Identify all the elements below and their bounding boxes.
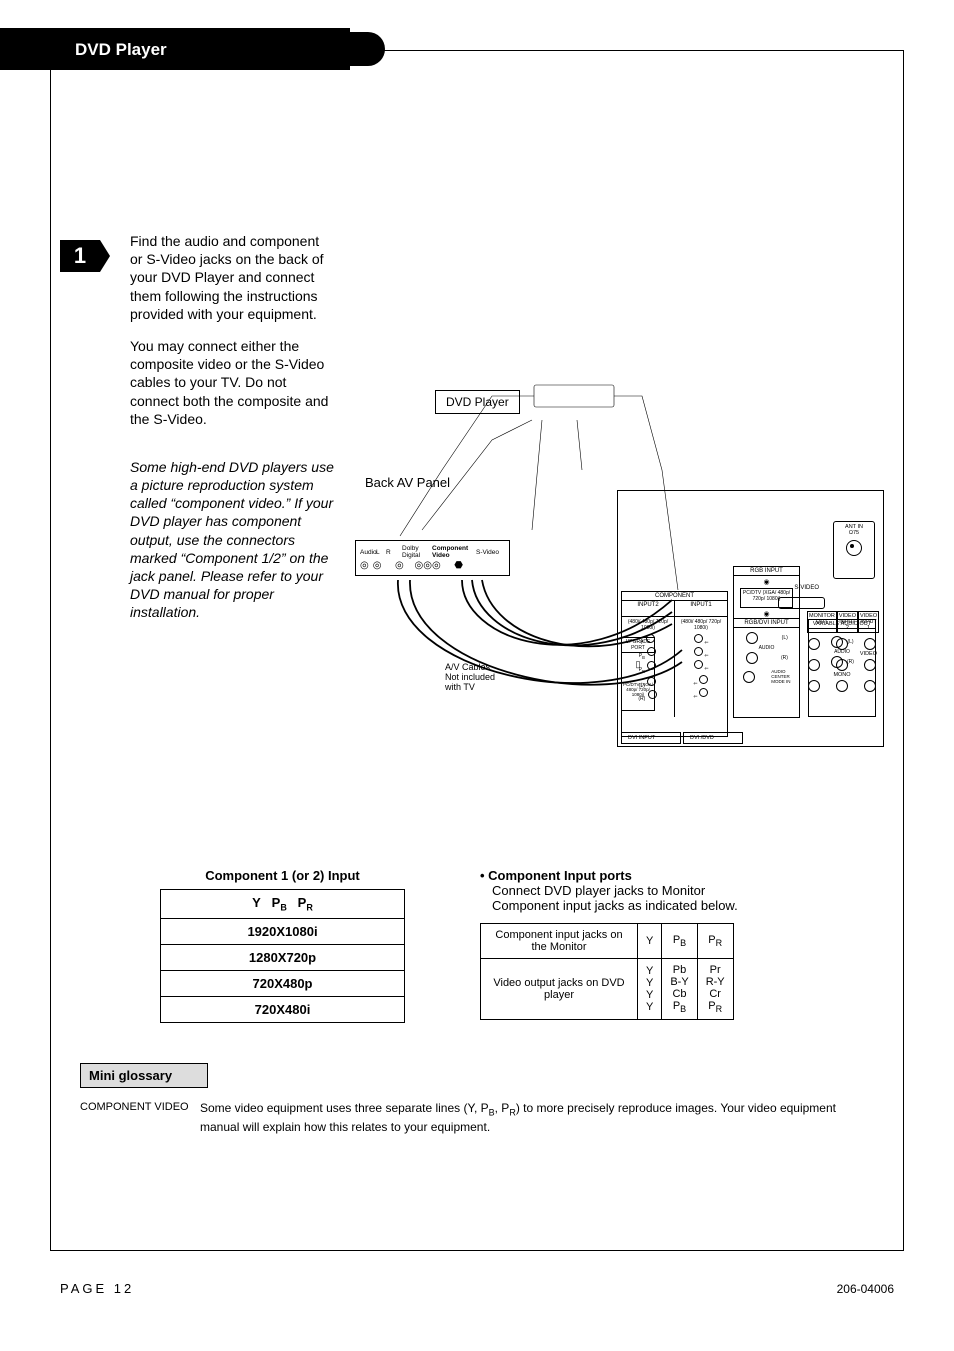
connection-diagram: DVD Player Back AV Panel Audio L R Dolby… [355,380,884,760]
ant-in-box: ANT IN Ω75 [833,521,875,579]
cable-note: A/V Cables Not included with TV [445,663,495,693]
mini-glossary: Mini glossary COMPONENT VIDEO Some video… [80,1063,874,1135]
dvd-rear-jacks: Audio L R Dolby Digital Component Video … [355,540,510,576]
instruction-p1: Find the audio and component or S-Video … [130,232,335,323]
coax-icon [846,540,862,556]
jack-mapping-table: Component input jacks on the Monitor Y P… [480,923,734,1020]
instructions: Find the audio and component or S-Video … [130,232,335,636]
instruction-p2: You may connect either the composite vid… [130,337,335,428]
glossary-definition: Some video equipment uses three separate… [200,1100,874,1135]
header-bar [0,32,385,66]
upgrade-port-box: UPGRADE PORT ▯ PC/DTV (XGA/ 480p/ 720p/ … [621,637,655,711]
dvi-row: DVI INPUT DVI /DVD [621,732,743,744]
component-port-guide: • Component Input ports Connect DVD play… [480,868,780,1020]
instruction-p3: Some high-end DVD players use a picture … [130,458,335,622]
audio-label: Audio [360,549,370,556]
step-badge: 1 [60,240,100,272]
page-title: DVD Player [75,40,167,60]
component-resolution-table: Component 1 (or 2) Input Y PB PR 1920X10… [160,868,405,1023]
page-number: PAGE 12 [60,1281,134,1296]
rgb-input-box: RGB INPUT ◉ PC/DTV (XGA/ 480p/ 720p/ 108… [733,566,800,718]
dvd-player-label: DVD Player [435,390,520,414]
doc-code: 206-04006 [837,1282,894,1296]
tv-back-panel: ANT IN Ω75 S-VIDEO RGB INPUT ◉ PC/DTV (X… [617,490,884,747]
table-title: Component 1 (or 2) Input [160,868,405,883]
glossary-term: COMPONENT VIDEO [80,1100,200,1135]
video-input-grid: MONITOR OUT VIDEO INPUT 2 VIDEO INPUT 1 … [807,611,877,699]
back-av-panel-label: Back AV Panel [365,475,450,490]
glossary-heading: Mini glossary [80,1063,208,1088]
